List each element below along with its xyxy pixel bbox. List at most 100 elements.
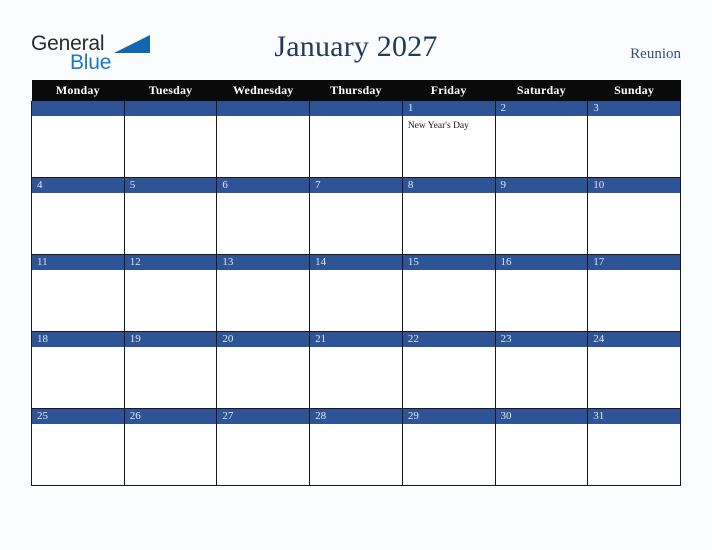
day-number: 27 [217,409,310,424]
calendar-day-cell[interactable]: 30 [494,408,589,486]
calendar-day-cell[interactable]: 19 [123,331,218,409]
day-events [217,116,309,120]
calendar-day-cell[interactable]: 17 [587,254,681,332]
day-cell-inner: 13 [217,255,310,331]
day-cell-inner: 23 [495,332,588,408]
day-cell-inner: 15 [402,255,495,331]
calendar-week-row: 11 12 13 14 15 16 17 [31,254,681,332]
calendar-day-cell[interactable] [123,101,218,178]
calendar-day-cell[interactable]: 2 [494,101,589,178]
day-events [125,116,217,120]
day-number: 18 [32,332,124,347]
calendar-day-cell[interactable]: 27 [216,408,311,486]
calendar-day-cell[interactable]: 3 [587,101,681,178]
day-number: 21 [310,332,402,347]
day-events [217,270,309,274]
calendar-day-cell[interactable] [31,101,125,178]
day-cell-inner: 10 [588,178,680,254]
day-cell-inner: 3 [588,101,680,177]
calendar-day-cell[interactable]: 25 [31,408,125,486]
day-cell-inner: 14 [310,255,402,331]
calendar-day-cell[interactable]: 12 [123,254,218,332]
weekday-header-sunday: Sunday [587,80,681,101]
day-cell-inner: 16 [495,255,588,331]
calendar-day-cell[interactable]: 4 [31,177,125,255]
calendar-day-cell[interactable]: 21 [309,331,403,409]
day-events [125,270,217,274]
day-number [32,101,124,116]
day-number: 3 [588,101,680,116]
calendar-day-cell[interactable]: 16 [494,254,589,332]
calendar-day-cell[interactable]: 5 [123,177,218,255]
day-number: 19 [124,332,217,347]
day-events [217,193,309,197]
day-events [32,347,124,351]
calendar-day-cell[interactable]: 18 [31,331,125,409]
day-events [125,347,217,351]
day-cell-inner: 19 [124,332,217,408]
day-cell-inner: 26 [124,409,217,485]
calendar-day-cell[interactable]: 11 [31,254,125,332]
day-number: 23 [495,332,588,347]
day-cell-inner: 24 [588,332,680,408]
calendar-day-cell[interactable]: 29 [401,408,496,486]
calendar-day-cell[interactable]: 14 [309,254,403,332]
weekday-header-row: Monday Tuesday Wednesday Thursday Friday… [31,80,681,101]
calendar-day-cell[interactable]: 8 [401,177,496,255]
calendar-day-cell[interactable]: 15 [401,254,496,332]
calendar-week-row: 1 New Year's Day 2 3 [31,101,681,178]
day-cell-inner: 25 [32,409,124,485]
day-events [310,193,402,197]
day-events [588,193,680,197]
day-number: 26 [124,409,217,424]
calendar-day-cell[interactable]: 7 [309,177,403,255]
day-cell-inner [310,101,402,177]
calendar-day-cell[interactable]: 20 [216,331,311,409]
day-cell-inner: 20 [217,332,310,408]
calendar-day-cell[interactable]: 6 [216,177,311,255]
day-cell-inner: 5 [124,178,217,254]
calendar-day-cell[interactable] [309,101,403,178]
weekday-header-wednesday: Wednesday [216,80,310,101]
day-number: 25 [32,409,124,424]
day-number: 13 [217,255,310,270]
calendar-day-cell[interactable]: 31 [587,408,681,486]
day-events [588,270,680,274]
calendar-day-cell[interactable]: 28 [309,408,403,486]
day-events [32,193,124,197]
day-events [588,116,680,120]
day-events [403,347,495,351]
day-cell-inner: 31 [588,409,680,485]
day-events [588,424,680,428]
day-events [310,347,402,351]
day-number: 9 [495,178,588,193]
day-cell-inner: 30 [495,409,588,485]
weekday-header-tuesday: Tuesday [124,80,217,101]
calendar-week-row: 25 26 27 28 29 30 31 [31,408,681,486]
calendar-day-cell[interactable] [216,101,311,178]
day-events [403,270,495,274]
day-number: 2 [495,101,588,116]
calendar-body: 1 New Year's Day 2 3 4 5 6 7 8 9 10 11 12 13 14 15 16 17 1… [31,101,681,486]
day-cell-inner: 8 [402,178,495,254]
holiday-event-label: New Year's Day [407,121,469,131]
calendar-day-cell[interactable]: 26 [123,408,218,486]
day-number: 16 [495,255,588,270]
calendar-day-cell[interactable]: 23 [494,331,589,409]
day-cell-inner: 2 [495,101,588,177]
day-cell-inner [32,101,124,177]
calendar-day-cell[interactable]: 22 [401,331,496,409]
day-number: 10 [588,178,680,193]
day-cell-inner: 7 [310,178,402,254]
calendar-day-cell[interactable]: 13 [216,254,311,332]
day-number: 31 [588,409,680,424]
day-events [496,347,588,351]
calendar-day-cell[interactable]: 10 [587,177,681,255]
calendar-day-cell[interactable]: 1 New Year's Day [401,101,496,178]
calendar-day-cell[interactable]: 24 [587,331,681,409]
calendar-day-cell[interactable]: 9 [494,177,589,255]
day-number: 24 [588,332,680,347]
day-number: 5 [124,178,217,193]
day-cell-inner: 17 [588,255,680,331]
day-number [124,101,217,116]
